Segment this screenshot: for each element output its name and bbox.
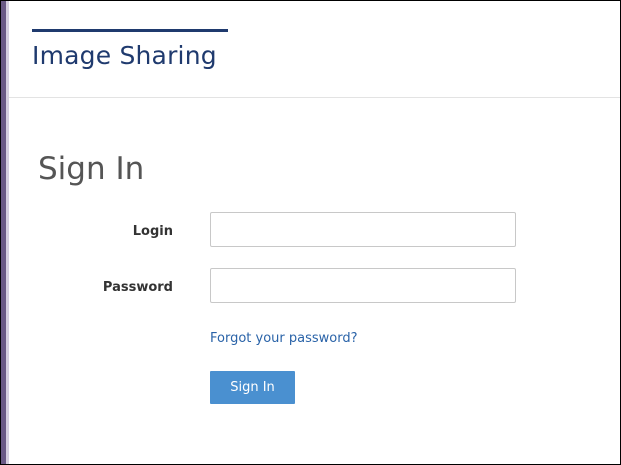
brand-rule bbox=[32, 29, 228, 32]
site-header: Image Sharing bbox=[9, 1, 620, 98]
forgot-password-link[interactable]: Forgot your password? bbox=[210, 331, 358, 346]
page-title: Sign In bbox=[38, 151, 145, 187]
sign-in-button[interactable]: Sign In bbox=[210, 371, 295, 404]
login-label: Login bbox=[132, 224, 173, 239]
password-label: Password bbox=[102, 280, 173, 295]
login-input[interactable] bbox=[210, 212, 516, 247]
site-brand[interactable]: Image Sharing bbox=[32, 41, 217, 70]
password-input[interactable] bbox=[210, 268, 516, 303]
browser-frame: Image Sharing Sign In Login Password For… bbox=[0, 0, 621, 465]
